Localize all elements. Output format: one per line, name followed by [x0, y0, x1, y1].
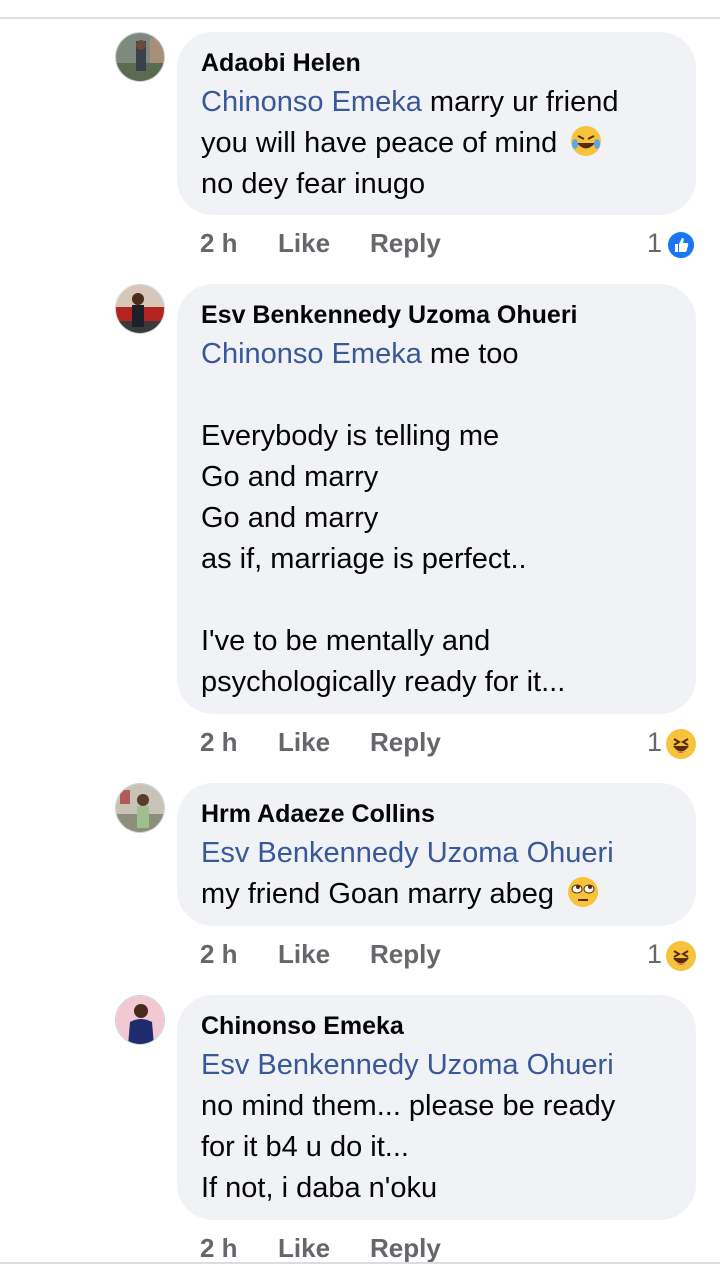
like-button[interactable]: Like: [278, 1233, 330, 1264]
comment-bubble: Hrm Adaeze Collins Esv Benkennedy Uzoma …: [177, 783, 696, 926]
comment-bubble: Esv Benkennedy Uzoma Ohueri Chinonso Eme…: [177, 284, 696, 714]
like-reaction-icon: [666, 230, 696, 260]
top-divider: [0, 17, 720, 19]
avatar[interactable]: [115, 783, 165, 833]
mention-link[interactable]: Esv Benkennedy Uzoma Ohueri: [201, 1045, 672, 1086]
like-button[interactable]: Like: [278, 228, 330, 259]
comment-author[interactable]: Esv Benkennedy Uzoma Ohueri: [201, 300, 672, 330]
comment-text-line: psychologically ready for it...: [201, 666, 566, 698]
reply-button[interactable]: Reply: [370, 1233, 441, 1264]
comment-text-line: If not, i daba n'oku: [201, 1172, 438, 1204]
reaction-count: 1: [646, 228, 662, 258]
haha-reaction-icon: [666, 941, 696, 971]
comment-text-line: no dey fear inugo: [201, 168, 426, 200]
comment-author[interactable]: Hrm Adaeze Collins: [201, 799, 672, 829]
comment-timestamp[interactable]: 2 h: [200, 727, 238, 758]
comment-actions: 2 h Like Reply: [200, 1229, 700, 1266]
bottom-divider: [0, 1262, 720, 1264]
comment-text-line: no mind them... please be ready: [201, 1090, 616, 1122]
comment-author[interactable]: Adaobi Helen: [201, 48, 672, 78]
comment-text-line: Everybody is telling me: [201, 420, 500, 452]
comment-text-line: Chinonso Emeka me too: [201, 338, 519, 370]
comment-actions: 2 h Like Reply: [200, 935, 700, 975]
comment-text-line: my friend Goan marry abeg: [201, 874, 672, 915]
haha-reaction-icon: [666, 729, 696, 759]
reaction-count: 1: [646, 939, 662, 969]
like-button[interactable]: Like: [278, 939, 330, 970]
reaction-count: 1: [646, 727, 662, 757]
comment-timestamp[interactable]: 2 h: [200, 228, 238, 259]
comment-actions: 2 h Like Reply: [200, 723, 700, 763]
reply-button[interactable]: Reply: [370, 939, 441, 970]
comment-timestamp[interactable]: 2 h: [200, 1233, 238, 1264]
like-button[interactable]: Like: [278, 727, 330, 758]
comment-text-line: as if, marriage is perfect..: [201, 543, 527, 575]
comment-text-line: Chinonso Emeka marry ur friend: [201, 86, 619, 118]
mention-link[interactable]: Chinonso Emeka: [201, 338, 422, 370]
rolling-laughing-emoji-icon: [571, 126, 602, 156]
avatar[interactable]: [115, 32, 165, 82]
avatar[interactable]: [115, 284, 165, 334]
comment-author[interactable]: Chinonso Emeka: [201, 1011, 672, 1041]
comment-text-line: Go and marry: [201, 502, 379, 534]
comment-bubble: Adaobi Helen Chinonso Emeka marry ur fri…: [177, 32, 696, 215]
avatar[interactable]: [115, 995, 165, 1045]
mention-link[interactable]: Esv Benkennedy Uzoma Ohueri: [201, 833, 672, 874]
eye-roll-emoji-icon: [568, 877, 599, 907]
mention-link[interactable]: Chinonso Emeka: [201, 86, 422, 118]
reply-button[interactable]: Reply: [370, 727, 441, 758]
comment-actions: 2 h Like Reply: [200, 224, 700, 264]
comment-timestamp[interactable]: 2 h: [200, 939, 238, 970]
comment-text-line: I've to be mentally and: [201, 625, 491, 657]
comment-text-line: for it b4 u do it...: [201, 1131, 409, 1163]
reply-button[interactable]: Reply: [370, 228, 441, 259]
comment-bubble: Chinonso Emeka Esv Benkennedy Uzoma Ohue…: [177, 995, 696, 1220]
comment-text-line: you will have peace of mind: [201, 123, 672, 164]
comment-text-line: Go and marry: [201, 461, 379, 493]
